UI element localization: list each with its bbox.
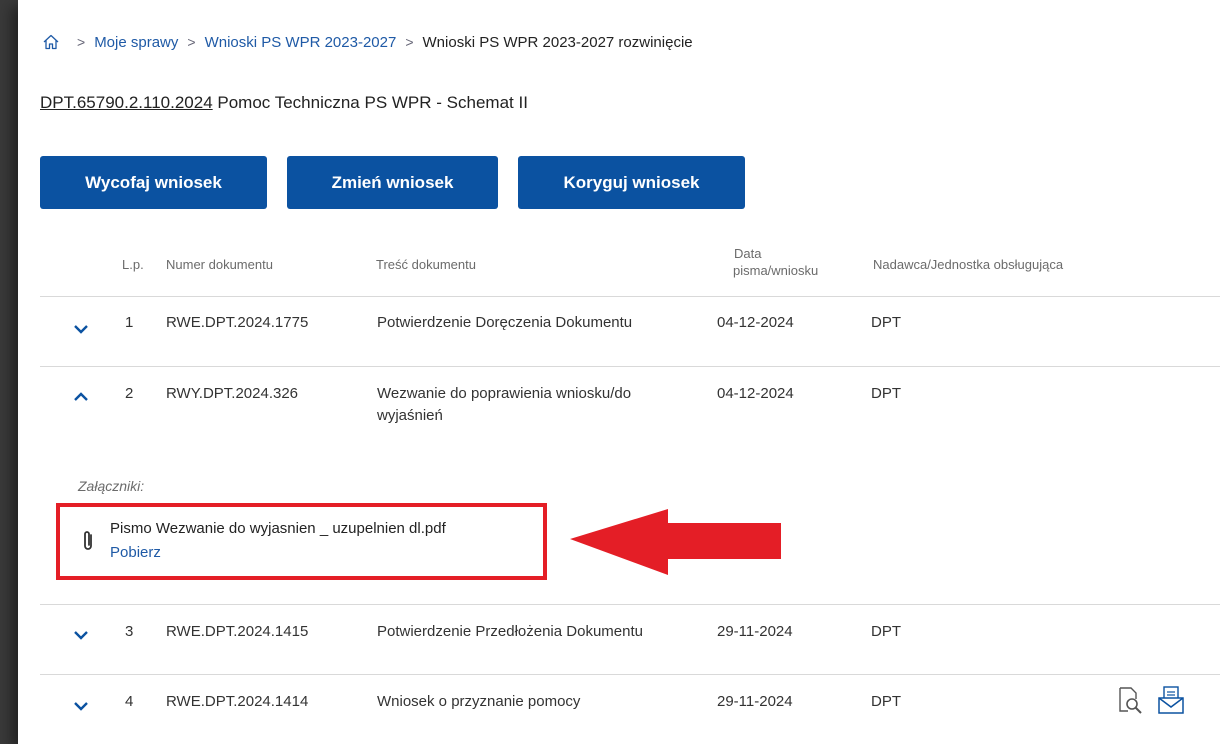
paperclip-icon xyxy=(80,529,96,553)
row-3-lp: 3 xyxy=(125,623,134,640)
row-4-sender: DPT xyxy=(871,693,901,710)
column-header-date-line2: pisma/wniosku xyxy=(733,263,819,278)
table-divider xyxy=(40,366,1220,367)
row-2-content-line2: wyjaśnień xyxy=(377,407,443,424)
change-application-button[interactable]: Zmień wniosek xyxy=(287,156,498,209)
row-3-sender: DPT xyxy=(871,623,901,640)
page-title: DPT.65790.2.110.2024 Pomoc Techniczna PS… xyxy=(40,93,528,113)
row-2-content-line1: Wezwanie do poprawienia wniosku/do xyxy=(377,385,632,402)
home-icon[interactable] xyxy=(42,33,60,51)
table-divider xyxy=(40,674,1220,675)
row-1-lp: 1 xyxy=(125,314,134,331)
attachment-file-name: Pismo Wezwanie do wyjasnien _ uzupelnien… xyxy=(110,520,446,537)
breadcrumb-link-applications[interactable]: Wnioski PS WPR 2023-2027 xyxy=(205,34,397,51)
row-2-number: RWY.DPT.2024.326 xyxy=(166,385,299,402)
collapse-chevron-up-icon[interactable] xyxy=(73,392,89,402)
document-envelope-icon[interactable] xyxy=(1157,685,1185,715)
column-header-lp: L.p. xyxy=(122,257,144,272)
case-title-text: Pomoc Techniczna PS WPR - Schemat II xyxy=(217,93,528,112)
row-1-number: RWE.DPT.2024.1775 xyxy=(166,314,309,331)
column-header-date-line1: Data xyxy=(734,246,762,261)
row-4-number: RWE.DPT.2024.1414 xyxy=(166,693,309,710)
column-header-number: Numer dokumentu xyxy=(166,257,273,272)
content-panel: > Moje sprawy > Wnioski PS WPR 2023-2027… xyxy=(18,0,1220,744)
breadcrumb-link-my-cases[interactable]: Moje sprawy xyxy=(94,34,178,51)
breadcrumb-separator: > xyxy=(77,34,86,50)
red-arrow-icon xyxy=(570,509,781,575)
table-divider xyxy=(40,296,1220,297)
expand-chevron-down-icon[interactable] xyxy=(73,701,89,711)
column-header-date: Data pisma/wniosku xyxy=(733,245,843,279)
expand-chevron-down-icon[interactable] xyxy=(73,324,89,334)
attachment-highlight-box: Pismo Wezwanie do wyjasnien _ uzupelnien… xyxy=(56,503,547,580)
row-1-date: 04-12-2024 xyxy=(717,314,794,331)
document-preview-icon[interactable] xyxy=(1115,685,1143,715)
row-2-lp: 2 xyxy=(125,385,134,402)
row-3-content: Potwierdzenie Przedłożenia Dokumentu xyxy=(377,623,643,640)
breadcrumb-current: Wnioski PS WPR 2023-2027 rozwinięcie xyxy=(422,33,693,51)
breadcrumb-separator: > xyxy=(187,34,196,50)
row-2-sender: DPT xyxy=(871,385,901,402)
download-link[interactable]: Pobierz xyxy=(110,544,161,561)
row-4-date: 29-11-2024 xyxy=(717,693,793,710)
row-1-sender: DPT xyxy=(871,314,901,331)
row-3-date: 29-11-2024 xyxy=(717,623,793,640)
expand-chevron-down-icon[interactable] xyxy=(73,630,89,640)
row-2-date: 04-12-2024 xyxy=(717,385,794,402)
breadcrumb-separator: > xyxy=(405,34,414,50)
row-4-lp: 4 xyxy=(125,693,134,710)
row-1-content: Potwierdzenie Doręczenia Dokumentu xyxy=(377,314,633,331)
withdraw-application-button[interactable]: Wycofaj wniosek xyxy=(40,156,267,209)
case-number: DPT.65790.2.110.2024 xyxy=(40,93,213,112)
column-header-content: Treść dokumentu xyxy=(376,257,476,272)
column-header-sender: Nadawca/Jednostka obsługująca xyxy=(873,257,1064,272)
row-2-content: Wezwanie do poprawienia wniosku/do wyjaś… xyxy=(377,383,631,427)
correct-application-button[interactable]: Koryguj wniosek xyxy=(518,156,745,209)
attachments-label: Załączniki: xyxy=(78,478,145,494)
breadcrumb: > Moje sprawy > Wnioski PS WPR 2023-2027… xyxy=(42,33,693,51)
row-4-content: Wniosek o przyznanie pomocy xyxy=(377,693,581,710)
row-3-number: RWE.DPT.2024.1415 xyxy=(166,623,309,640)
table-divider xyxy=(40,604,1220,605)
